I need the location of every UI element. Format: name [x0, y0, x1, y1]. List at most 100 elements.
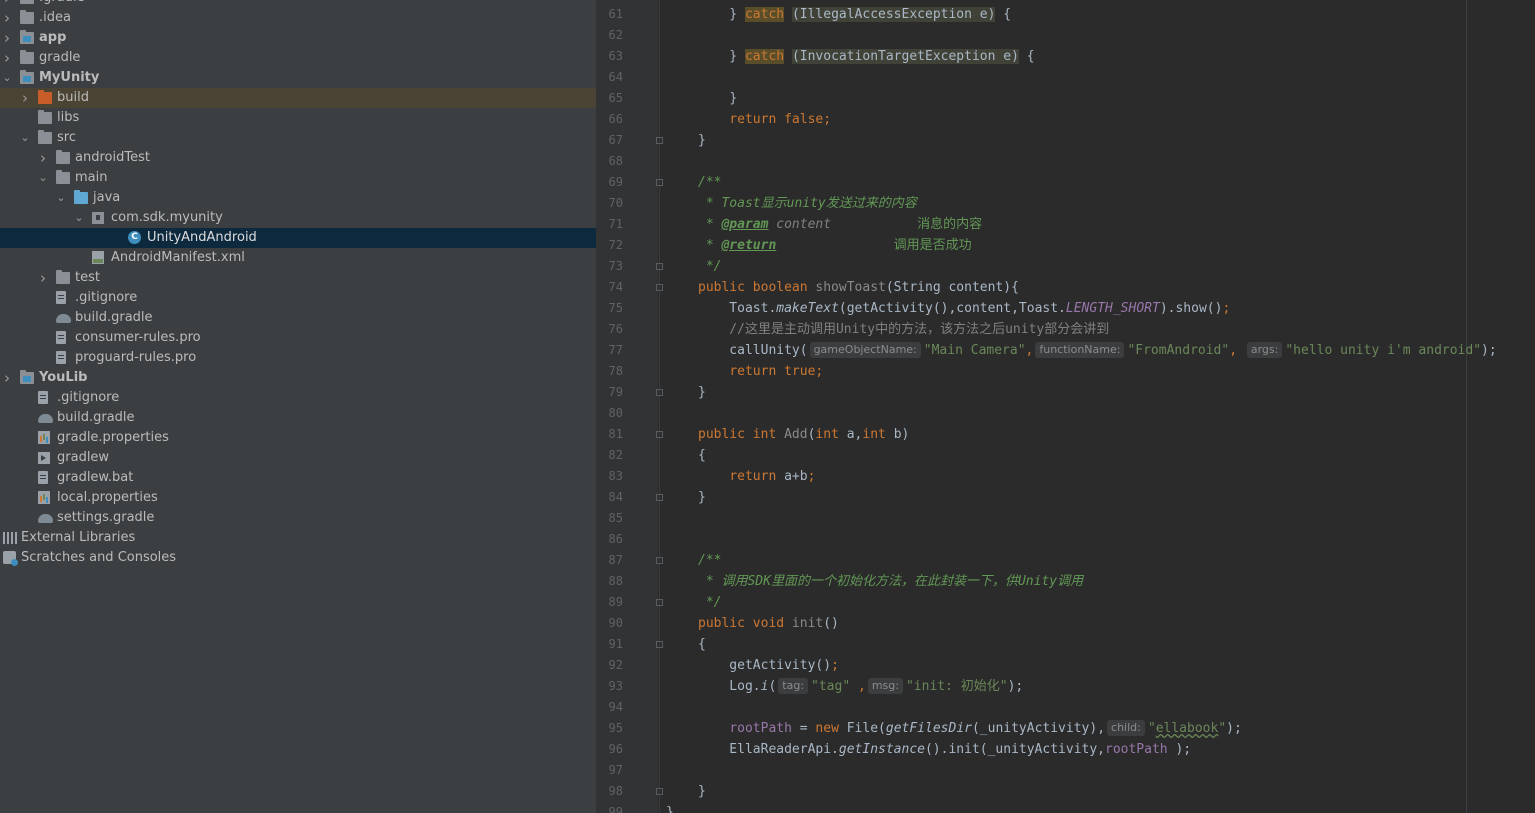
fold-marker-icon[interactable]	[656, 557, 663, 564]
tree-item-label: com.sdk.myunity	[111, 210, 223, 225]
code-line-82[interactable]: {	[698, 445, 706, 466]
tree-item[interactable]: › app	[0, 28, 596, 48]
tree-item[interactable]: › YouLib	[0, 368, 596, 388]
tree-item[interactable]: .gitignore	[0, 288, 596, 308]
project-tree[interactable]: › .gradle › .idea › app › gradle ⌄ MyUnity › build l…	[0, 0, 596, 813]
code-line-67[interactable]: }	[698, 130, 706, 151]
fold-marker-icon[interactable]	[656, 641, 663, 648]
code-line-71[interactable]: * @param content 消息的内容	[698, 214, 982, 235]
code-line-84[interactable]: }	[698, 487, 706, 508]
chevron-right-icon[interactable]: ›	[2, 0, 12, 8]
fold-marker-icon[interactable]	[656, 179, 663, 186]
method-name-showToast[interactable]: showToast	[815, 280, 885, 295]
chevron-right-icon[interactable]: ›	[38, 268, 48, 288]
code-line-65[interactable]: }	[698, 88, 737, 109]
fold-marker-icon[interactable]	[656, 389, 663, 396]
code-line-70[interactable]: * Toast显示unity发送过来的内容	[698, 193, 917, 214]
tree-item-label: java	[93, 190, 121, 205]
code-line-81[interactable]: public int Add(int a,int b)	[698, 424, 909, 445]
fold-marker-icon[interactable]	[656, 599, 663, 606]
tree-item[interactable]: ⌄ src	[0, 128, 596, 148]
code-line-73[interactable]: */	[698, 256, 722, 277]
tree-item[interactable]: › .idea	[0, 8, 596, 28]
tree-item[interactable]: C UnityAndAndroid	[0, 228, 596, 248]
tree-item[interactable]: ⌄ com.sdk.myunity	[0, 208, 596, 228]
chevron-right-icon[interactable]: ›	[20, 88, 30, 108]
chevron-right-icon[interactable]: ›	[2, 8, 12, 28]
code-line-96[interactable]: EllaReaderApi.getInstance().init(_unityA…	[698, 739, 1191, 760]
tree-item[interactable]: gradlew.bat	[0, 468, 596, 488]
code-line-92[interactable]: getActivity();	[698, 655, 839, 676]
fold-marker-icon[interactable]	[656, 788, 663, 795]
tree-item[interactable]: proguard-rules.pro	[0, 348, 596, 368]
code-line-61[interactable]: } catch (IllegalAccessException e) {	[698, 4, 1011, 25]
tree-item[interactable]: Scratches and Consoles	[0, 548, 596, 568]
code-line-90[interactable]: public void init()	[698, 613, 839, 634]
code-editor[interactable]: 61 62 63 64 65 66 67 68 69 70 71 72 73 74 75 76 77 78 79 80…	[596, 0, 1535, 813]
tree-item[interactable]: local.properties	[0, 488, 596, 508]
chevron-down-icon[interactable]: ⌄	[74, 208, 84, 228]
xml-icon	[92, 251, 104, 264]
tree-item[interactable]: › gradle	[0, 48, 596, 68]
code-line-76[interactable]: //这里是主动调用Unity中的方法，该方法之后unity部分会讲到	[698, 319, 1109, 340]
tree-item[interactable]: .gitignore	[0, 388, 596, 408]
code-line-72[interactable]: * @return 调用是否成功	[698, 235, 972, 256]
method-name-Add[interactable]: Add	[784, 427, 807, 442]
tree-item[interactable]: gradle.properties	[0, 428, 596, 448]
tree-item[interactable]: › androidTest	[0, 148, 596, 168]
chevron-down-icon[interactable]: ⌄	[20, 128, 30, 148]
tree-item[interactable]: › .gradle	[0, 0, 596, 8]
tree-item[interactable]: gradlew	[0, 448, 596, 468]
code-line-83[interactable]: return a+b;	[698, 466, 815, 487]
code-line-88[interactable]: * 调用SDK里面的一个初始化方法，在此封装一下，供Unity调用	[698, 571, 1083, 592]
fold-marker-icon[interactable]	[656, 263, 663, 270]
tree-item-label: .gitignore	[75, 290, 138, 305]
fold-marker-icon[interactable]	[656, 137, 663, 144]
tree-item[interactable]: consumer-rules.pro	[0, 328, 596, 348]
chevron-right-icon[interactable]: ›	[2, 48, 12, 68]
chevron-right-icon[interactable]: ›	[38, 148, 48, 168]
line-number-gutter: 61 62 63 64 65 66 67 68 69 70 71 72 73 74 75 76 77 78 79 80…	[596, 0, 658, 813]
fold-marker-icon[interactable]	[656, 284, 663, 291]
code-line-93[interactable]: Log.i(tag: "tag" , msg: "init: 初始化");	[698, 676, 1023, 697]
doc-star: *	[698, 238, 722, 253]
chevron-down-icon[interactable]: ⌄	[38, 168, 48, 188]
code-line-78[interactable]: return true;	[698, 361, 823, 382]
fold-marker-icon[interactable]	[656, 494, 663, 501]
tree-item[interactable]: settings.gradle	[0, 508, 596, 528]
chevron-down-icon[interactable]: ⌄	[2, 68, 12, 88]
properties-icon	[38, 491, 50, 504]
tree-item[interactable]: ⌄ MyUnity	[0, 68, 596, 88]
code-line-99[interactable]: }	[666, 802, 674, 813]
tree-item[interactable]: build.gradle	[0, 408, 596, 428]
code-line-89[interactable]: */	[698, 592, 722, 613]
chevron-down-icon[interactable]: ⌄	[56, 188, 66, 208]
tree-item[interactable]: External Libraries	[0, 528, 596, 548]
tree-item[interactable]: › build	[0, 88, 596, 108]
code-line-91[interactable]: {	[698, 634, 706, 655]
code-line-87[interactable]: /**	[698, 550, 721, 571]
code-line-95[interactable]: rootPath = new File(getFilesDir(_unityAc…	[698, 718, 1242, 739]
chevron-right-icon[interactable]: ›	[2, 368, 12, 388]
code-line-75[interactable]: Toast.makeText(getActivity(),content,Toa…	[698, 298, 1230, 319]
tree-item[interactable]: libs	[0, 108, 596, 128]
chevron-right-icon[interactable]: ›	[2, 28, 12, 48]
code-line-98[interactable]: }	[698, 781, 706, 802]
tree-item[interactable]: ⌄ main	[0, 168, 596, 188]
method-name-init[interactable]: init	[792, 616, 823, 631]
code-line-74[interactable]: public boolean showToast(String content)…	[698, 277, 1019, 298]
tree-item[interactable]: build.gradle	[0, 308, 596, 328]
code-line-77[interactable]: callUnity(gameObjectName: "Main Camera", f…	[698, 340, 1497, 361]
code-text: Toast.	[698, 301, 777, 316]
code-line-66[interactable]: return false;	[698, 109, 831, 130]
tree-item-label: settings.gradle	[57, 510, 155, 525]
tree-item[interactable]: ⌄ java	[0, 188, 596, 208]
code-line-79[interactable]: }	[698, 382, 706, 403]
code-line-63[interactable]: } catch (InvocationTargetException e) {	[698, 46, 1035, 67]
exception-param: (IllegalAccessException e)	[791, 7, 996, 22]
tree-item[interactable]: › test	[0, 268, 596, 288]
fold-marker-icon[interactable]	[656, 431, 663, 438]
line-comment: //这里是主动调用Unity中的方法，该方法之后unity部分会讲到	[698, 322, 1110, 337]
tree-item[interactable]: AndroidManifest.xml	[0, 248, 596, 268]
code-line-69[interactable]: /**	[698, 172, 721, 193]
